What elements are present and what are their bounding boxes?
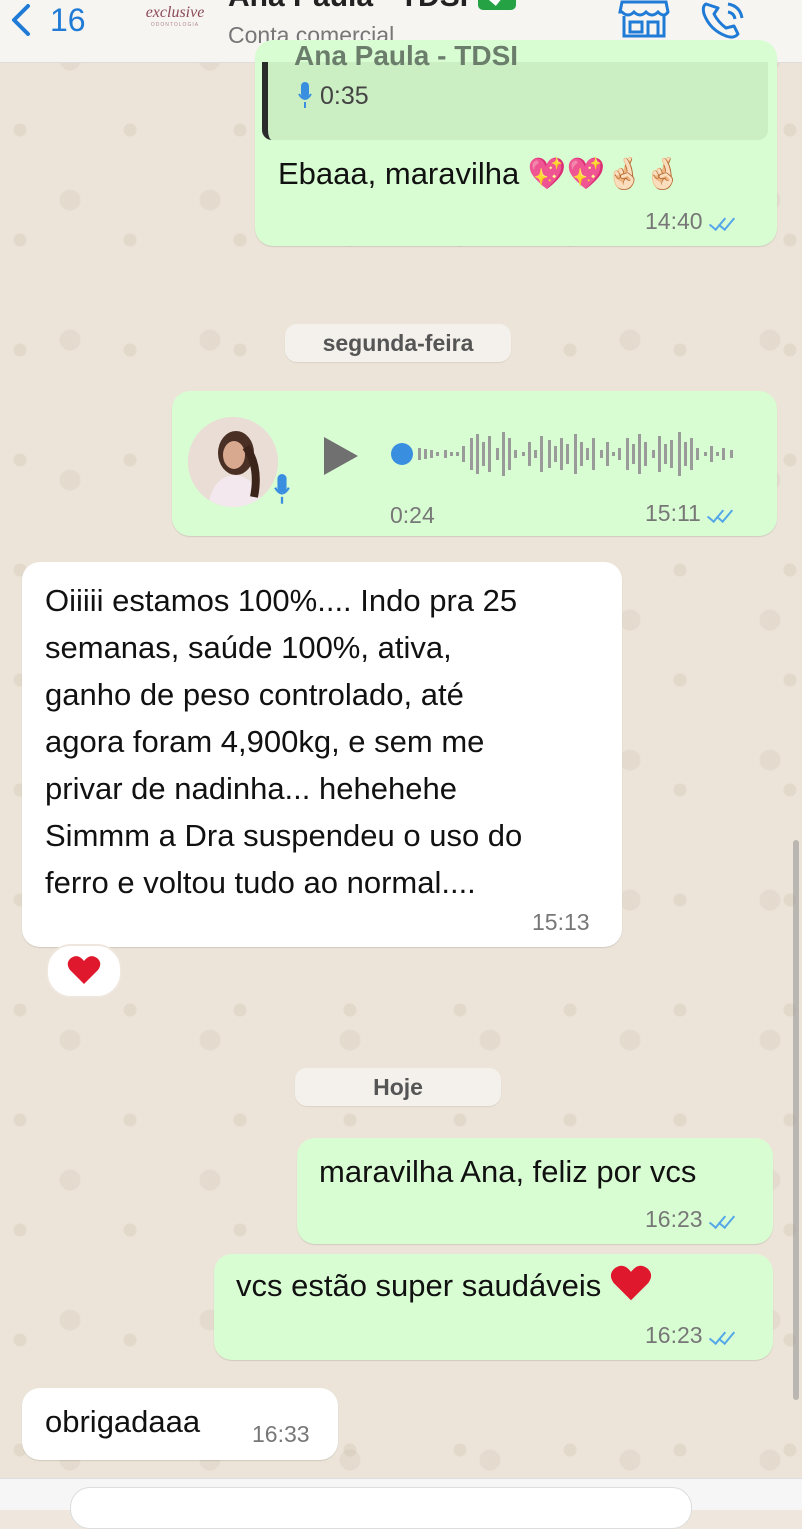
message-time: 15:13 [532, 909, 590, 935]
message-input[interactable] [70, 1487, 692, 1529]
date-separator: segunda-feira [285, 324, 511, 362]
message-text: Ebaaa, maravilha 💖💖🤞🏻🤞🏻 [278, 156, 683, 191]
logo-text: exclusive [145, 4, 205, 21]
message-meta: 14:40 [645, 208, 739, 235]
message-text: obrigadaaa [45, 1404, 201, 1439]
reaction-badge[interactable] [46, 944, 122, 998]
message-line: ferro e voltou tudo ao normal.... [45, 865, 476, 900]
message-meta: 15:11 [645, 500, 737, 527]
microphone-icon [274, 474, 290, 504]
message-line: Simmm a Dra suspendeu o uso do [45, 818, 523, 853]
heart-icon [67, 956, 101, 984]
avatar [188, 417, 278, 507]
play-icon[interactable] [324, 437, 358, 475]
contact-name[interactable]: Ana Paula - TDSI [228, 0, 517, 14]
profile-photo [188, 417, 278, 507]
read-ticks-icon [709, 1212, 739, 1230]
message-time: 16:33 [252, 1421, 310, 1447]
message-line: agora foram 4,900kg, e sem me [45, 724, 485, 759]
chevron-left-icon [12, 4, 30, 36]
message-line: ganho de peso controlado, até [45, 677, 464, 712]
message-text: vcs estão super saudáveis [236, 1262, 652, 1309]
microphone-icon [298, 82, 312, 108]
message-time: 16:23 [645, 1206, 703, 1232]
message-meta: 16:23 [645, 1206, 739, 1233]
message-time: 15:11 [645, 500, 701, 526]
unread-count: 16 [50, 1, 86, 38]
waveform[interactable] [390, 428, 740, 480]
message-composer [0, 1478, 802, 1529]
message-line: semanas, saúde 100%, ativa, [45, 630, 452, 665]
verified-badge-icon [478, 0, 517, 11]
phone-call-icon[interactable] [700, 0, 748, 40]
read-ticks-icon [707, 506, 737, 524]
contact-avatar[interactable]: exclusive ODONTOLOGIA [140, 4, 210, 36]
message-time: 16:23 [645, 1322, 703, 1348]
message-text: Oiiiii estamos 100%.... Indo pra 25 sema… [45, 577, 522, 906]
store-icon[interactable] [618, 0, 670, 40]
read-ticks-icon [709, 214, 739, 232]
date-separator: Hoje [295, 1068, 501, 1106]
message-text: maravilha Ana, feliz por vcs [319, 1154, 697, 1189]
message-line: privar de nadinha... hehehehe [45, 771, 457, 806]
scrollbar[interactable] [793, 840, 799, 1400]
heart-icon [610, 1265, 652, 1301]
read-ticks-icon [709, 1328, 739, 1346]
message-time: 14:40 [645, 208, 703, 234]
quoted-sender: Ana Paula - TDSI [294, 40, 519, 71]
voice-duration: 0:24 [390, 502, 435, 528]
message-line: Oiiiii estamos 100%.... Indo pra 25 [45, 583, 518, 618]
quoted-duration: 0:35 [320, 82, 369, 110]
back-button[interactable]: 16 [8, 0, 86, 40]
message-meta: 16:23 [645, 1322, 739, 1349]
quoted-message[interactable]: Ana Paula - TDSI 0:35 [262, 40, 768, 140]
logo-subtext: ODONTOLOGIA [150, 22, 200, 28]
